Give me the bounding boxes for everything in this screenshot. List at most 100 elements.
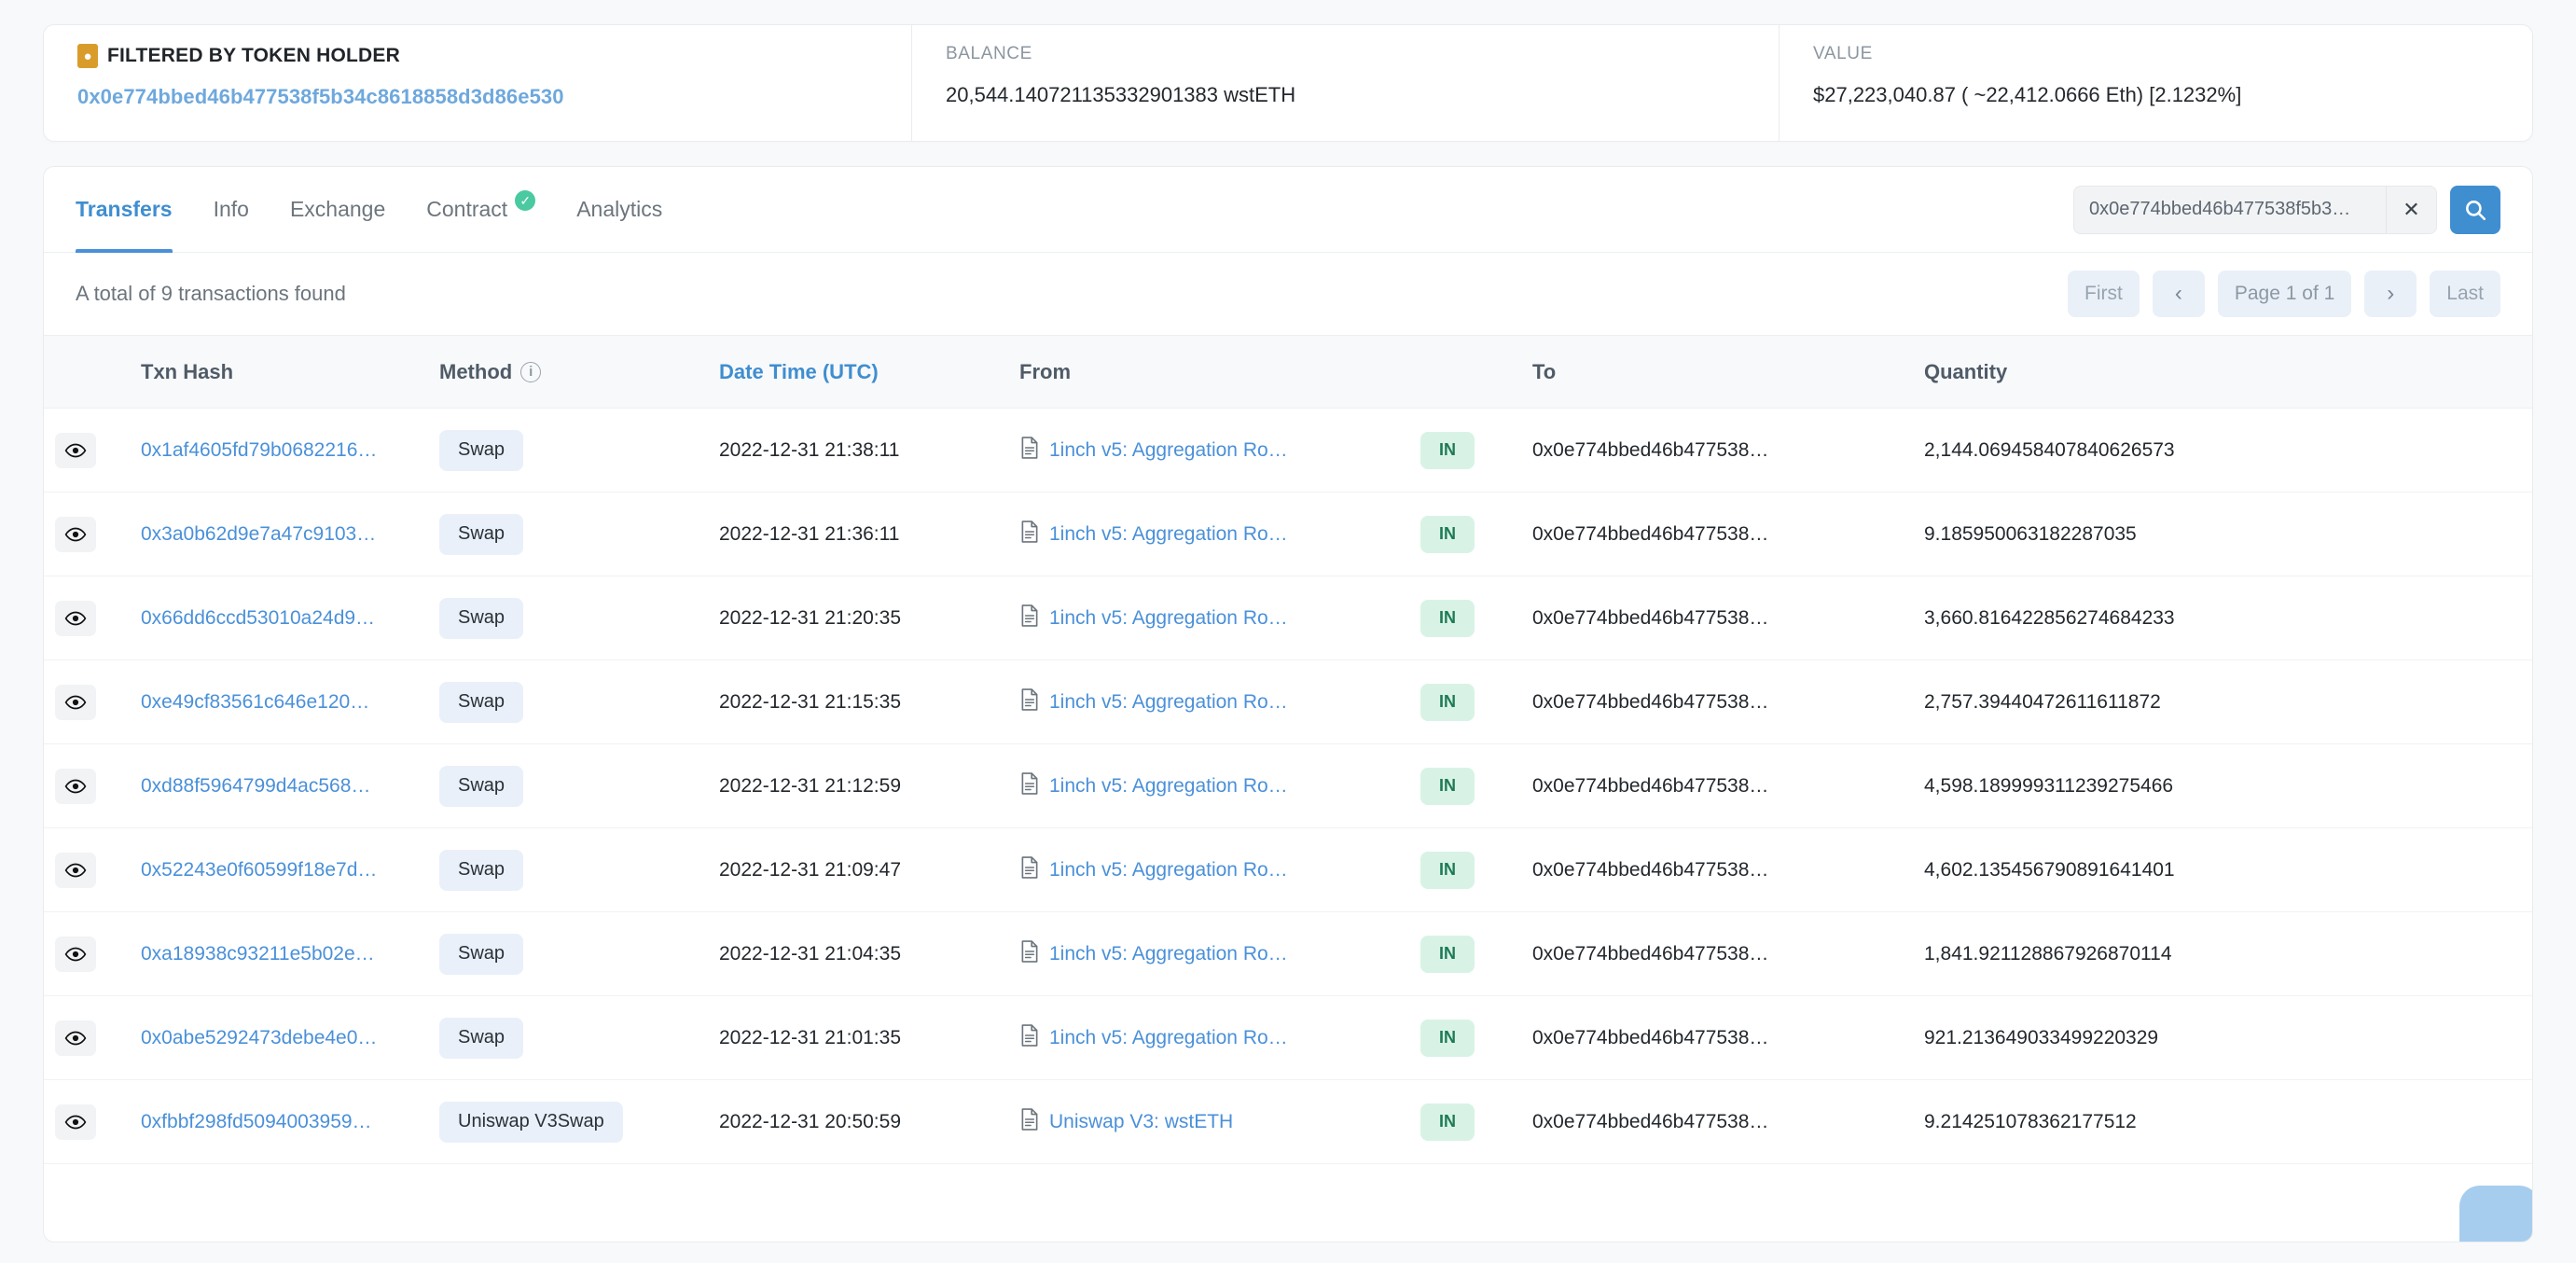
method-badge: Swap (439, 681, 524, 723)
from-address-link[interactable]: 1inch v5: Aggregation Ro… (1049, 439, 1288, 462)
document-icon (1021, 520, 1038, 543)
tab-transfers[interactable]: Transfers (76, 167, 193, 253)
th-date-time[interactable]: Date Time (UTC) (708, 335, 1008, 409)
cell-direction: IN (1409, 995, 1521, 1080)
view-row-button[interactable] (55, 852, 96, 888)
from-document-icon (1019, 520, 1040, 548)
th-txn-hash: Txn Hash (130, 335, 428, 409)
th-eye (44, 335, 130, 409)
from-address-link[interactable]: 1inch v5: Aggregation Ro… (1049, 691, 1288, 714)
txn-hash-link[interactable]: 0x0abe5292473debe4e0… (141, 1027, 377, 1048)
document-icon (1021, 604, 1038, 627)
cell-quantity: 9.185950063182287035 (1913, 492, 2532, 576)
view-row-button[interactable] (55, 1103, 96, 1140)
view-row-button[interactable] (55, 516, 96, 552)
cell-eye (44, 995, 130, 1080)
txn-hash-link[interactable]: 0xa18938c93211e5b02e… (141, 943, 375, 965)
cell-to: 0x0e774bbed46b477538… (1521, 1079, 1913, 1164)
method-badge: Uniswap V3Swap (439, 1101, 623, 1143)
cell-quantity: 9.214251078362177512 (1913, 1079, 2532, 1164)
search-box[interactable]: ✕ (2073, 185, 2437, 234)
txn-hash-link[interactable]: 0x3a0b62d9e7a47c9103… (141, 523, 376, 545)
view-row-button[interactable] (55, 768, 96, 804)
cell-from: 1inch v5: Aggregation Ro… (1008, 408, 1409, 493)
filter-column: ● FILTERED BY TOKEN HOLDER 0x0e774bbed46… (44, 25, 911, 141)
txn-hash-link[interactable]: 0xe49cf83561c646e120… (141, 691, 369, 713)
th-quantity: Quantity (1913, 335, 2532, 409)
txn-hash-link[interactable]: 0x52243e0f60599f18e7d… (141, 859, 377, 881)
cell-quantity: 4,602.135456790891641401 (1913, 827, 2532, 912)
cell-to: 0x0e774bbed46b477538… (1521, 576, 1913, 660)
cell-method: Swap (428, 827, 708, 912)
cell-txn-hash: 0x0abe5292473debe4e0… (130, 995, 428, 1080)
cell-eye (44, 492, 130, 576)
balance-value: 20,544.140721135332901383 wstETH (946, 83, 1296, 106)
direction-badge: IN (1420, 683, 1475, 721)
tab-list: Transfers Info Exchange Contract ✓ Analy… (76, 167, 683, 253)
direction-badge: IN (1420, 1103, 1475, 1141)
from-document-icon (1019, 1023, 1040, 1052)
eye-icon (64, 779, 87, 793)
tab-contract[interactable]: Contract ✓ (406, 167, 556, 253)
from-address-link[interactable]: 1inch v5: Aggregation Ro… (1049, 775, 1288, 798)
cell-date-time: 2022-12-31 21:01:35 (708, 995, 1008, 1080)
support-chat-bubble[interactable] (2459, 1186, 2532, 1242)
token-summary-card: ● FILTERED BY TOKEN HOLDER 0x0e774bbed46… (43, 24, 2533, 142)
view-row-button[interactable] (55, 1020, 96, 1056)
document-icon (1021, 687, 1038, 711)
cell-date-time: 2022-12-31 20:50:59 (708, 1079, 1008, 1164)
pagination-first-button[interactable]: First (2068, 271, 2140, 317)
pagination-page-indicator: Page 1 of 1 (2217, 271, 2352, 317)
from-address-link[interactable]: 1inch v5: Aggregation Ro… (1049, 523, 1288, 546)
balance-column: BALANCE 20,544.140721135332901383 wstETH (911, 25, 1779, 141)
tab-exchange[interactable]: Exchange (270, 167, 406, 253)
th-quantity-label: Quantity (1924, 359, 2008, 383)
cell-method: Swap (428, 743, 708, 828)
from-document-icon (1019, 436, 1040, 465)
search-button[interactable] (2450, 185, 2500, 234)
cell-method: Uniswap V3Swap (428, 1079, 708, 1164)
txn-hash-link[interactable]: 0xd88f5964799d4ac568… (141, 775, 370, 797)
cell-date-time: 2022-12-31 21:15:35 (708, 659, 1008, 744)
filter-address-link[interactable]: 0x0e774bbed46b477538f5b34c8618858d3d86e5… (77, 85, 878, 109)
cell-eye (44, 743, 130, 828)
cell-direction: IN (1409, 743, 1521, 828)
table-row: 0x3a0b62d9e7a47c9103… Swap 2022-12-31 21:3… (44, 492, 2532, 576)
cell-quantity: 2,757.39440472611611872 (1913, 659, 2532, 744)
tab-analytics[interactable]: Analytics (556, 167, 683, 253)
from-address-link[interactable]: 1inch v5: Aggregation Ro… (1049, 1027, 1288, 1049)
pagination-prev-button[interactable]: ‹ (2152, 271, 2205, 317)
th-method: Method i (428, 335, 708, 409)
document-icon (1021, 939, 1038, 963)
tab-info[interactable]: Info (193, 167, 270, 253)
info-icon[interactable]: i (520, 361, 542, 382)
from-address-link[interactable]: 1inch v5: Aggregation Ro… (1049, 943, 1288, 965)
tab-transfers-label: Transfers (76, 197, 173, 221)
tabs-row: Transfers Info Exchange Contract ✓ Analy… (44, 167, 2532, 253)
cell-txn-hash: 0x3a0b62d9e7a47c9103… (130, 492, 428, 576)
view-row-button[interactable] (55, 432, 96, 468)
table-row: 0xe49cf83561c646e120… Swap 2022-12-31 21:1… (44, 659, 2532, 744)
clear-search-icon[interactable]: ✕ (2386, 186, 2436, 233)
txn-hash-link[interactable]: 0x66dd6ccd53010a24d9… (141, 607, 375, 629)
pagination-next-button[interactable]: › (2364, 271, 2417, 317)
tab-analytics-label: Analytics (576, 197, 663, 221)
document-icon (1021, 1023, 1038, 1047)
cell-from: 1inch v5: Aggregation Ro… (1008, 492, 1409, 576)
view-row-button[interactable] (55, 600, 96, 636)
direction-badge: IN (1420, 767, 1475, 805)
from-document-icon (1019, 687, 1040, 716)
from-address-link[interactable]: 1inch v5: Aggregation Ro… (1049, 607, 1288, 630)
view-row-button[interactable] (55, 684, 96, 720)
from-address-link[interactable]: 1inch v5: Aggregation Ro… (1049, 859, 1288, 881)
cell-date-time: 2022-12-31 21:04:35 (708, 911, 1008, 996)
txn-hash-link[interactable]: 0xfbbf298fd5094003959… (141, 1111, 372, 1132)
cell-quantity: 3,660.816422856274684233 (1913, 576, 2532, 660)
cell-direction: IN (1409, 576, 1521, 660)
txn-hash-link[interactable]: 0x1af4605fd79b0682216… (141, 439, 377, 461)
pagination-last-button[interactable]: Last (2430, 271, 2500, 317)
search-input[interactable] (2074, 199, 2386, 220)
eye-icon (64, 863, 87, 877)
view-row-button[interactable] (55, 936, 96, 972)
from-address-link[interactable]: Uniswap V3: wstETH (1049, 1111, 1233, 1133)
